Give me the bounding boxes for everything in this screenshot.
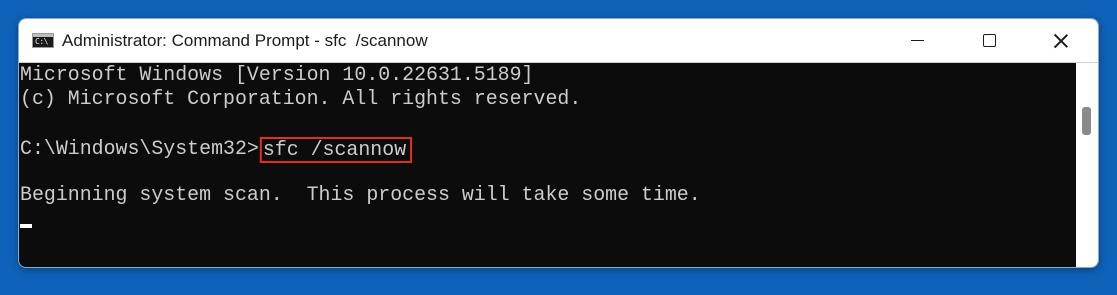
text-cursor	[20, 224, 32, 228]
scan-status-line: Beginning system scan. This process will…	[20, 184, 701, 207]
console-output[interactable]: Microsoft Windows [Version 10.0.22631.51…	[19, 63, 1076, 267]
minimize-icon	[910, 40, 924, 41]
minimize-button[interactable]	[881, 19, 953, 62]
prompt-path: C:\Windows\System32>	[20, 138, 259, 161]
cmd-icon: C:\	[32, 33, 54, 48]
copyright-line: (c) Microsoft Corporation. All rights re…	[20, 88, 582, 111]
command-prompt-window: C:\ Administrator: Command Prompt - sfc …	[18, 18, 1099, 268]
title-bar[interactable]: C:\ Administrator: Command Prompt - sfc …	[19, 19, 1098, 63]
maximize-icon	[982, 34, 996, 47]
close-icon	[1053, 33, 1069, 49]
highlighted-command: sfc /scannow	[259, 137, 413, 163]
command-line: C:\Windows\System32> sfc /scannow	[20, 136, 413, 163]
version-line: Microsoft Windows [Version 10.0.22631.51…	[20, 64, 534, 87]
close-button[interactable]	[1025, 19, 1097, 62]
maximize-button[interactable]	[953, 19, 1025, 62]
scrollbar-thumb[interactable]	[1082, 107, 1091, 135]
window-title: Administrator: Command Prompt - sfc /sca…	[62, 31, 428, 50]
vertical-scrollbar[interactable]	[1076, 63, 1098, 267]
